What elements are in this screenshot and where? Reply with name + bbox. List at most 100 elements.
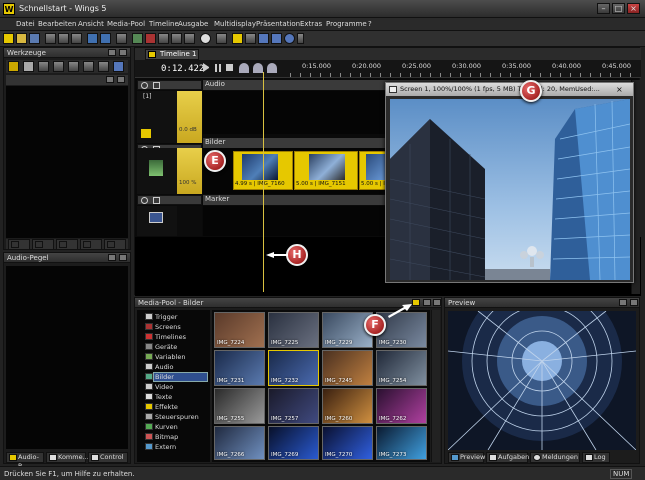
menu-help[interactable]: ? [368, 20, 372, 28]
open-folder-icon[interactable] [16, 33, 27, 44]
menu-bearbeiten[interactable]: Bearbeiten [38, 20, 76, 28]
media-thumbnail[interactable]: IMG_7257 [268, 388, 319, 424]
tab-log[interactable]: Log [582, 452, 610, 463]
media-thumbnail[interactable]: IMG_7224 [214, 312, 265, 348]
info-icon[interactable] [258, 33, 269, 44]
paste-icon[interactable] [71, 33, 82, 44]
tools-tab-3[interactable] [56, 239, 78, 250]
tree-item-variablen[interactable]: Variablen [155, 353, 185, 361]
tab-kommentar[interactable]: Komme... [46, 452, 89, 463]
tab-control[interactable]: Control ... [88, 452, 128, 470]
screen-icon[interactable] [216, 33, 227, 44]
close-button[interactable]: × [627, 3, 640, 14]
media-thumbnail[interactable]: IMG_7262 [376, 388, 427, 424]
undo-icon[interactable] [87, 33, 98, 44]
tool-icon[interactable] [158, 33, 169, 44]
tree-item-kurven[interactable]: Kurven [155, 423, 178, 431]
panel-close-icon[interactable] [119, 254, 127, 261]
menu-datei[interactable]: Datei [16, 20, 35, 28]
redo-icon[interactable] [100, 33, 111, 44]
info2-icon[interactable] [271, 33, 282, 44]
edit-tool-icon[interactable] [38, 61, 49, 72]
subpanel-close-icon[interactable] [117, 76, 125, 83]
fade-tool-icon[interactable] [68, 61, 79, 72]
tree-item-audio[interactable]: Audio [155, 363, 173, 371]
time-ruler[interactable]: 0:15.000 0:20.000 0:25.000 0:30.000 0:35… [290, 60, 635, 78]
copy-icon[interactable] [58, 33, 69, 44]
move-tool-icon[interactable] [83, 61, 94, 72]
panel-menu-icon[interactable] [108, 49, 116, 56]
tree-item-texte[interactable]: Texte [155, 393, 172, 401]
mute-icon[interactable] [141, 82, 148, 89]
tools-tab-2[interactable] [32, 239, 54, 250]
menu-timeline[interactable]: Timeline [149, 20, 179, 28]
zoom-in-icon[interactable] [239, 63, 249, 73]
record-icon[interactable] [145, 33, 156, 44]
timeline-clip[interactable]: 5.00 s | IMG_7151 [294, 151, 358, 190]
tree-item-extern[interactable]: Extern [155, 443, 176, 451]
media-thumbnail[interactable]: IMG_7231 [214, 350, 265, 386]
subpanel-menu-icon[interactable] [106, 76, 114, 83]
image-opacity-meter[interactable]: 100 % [177, 148, 202, 194]
menu-praesentation[interactable]: Präsentation [256, 20, 300, 28]
maximize-button[interactable]: □ [612, 3, 625, 14]
stop-icon[interactable] [226, 64, 233, 71]
timeline-tab[interactable]: Timeline 1 [145, 49, 199, 60]
minimize-button[interactable]: – [597, 3, 610, 14]
tab-aufgaben[interactable]: Aufgaben [486, 452, 529, 463]
menu-ausgabe[interactable]: Ausgabe [178, 20, 208, 28]
split-tool-icon[interactable] [98, 61, 109, 72]
audio-level-meter[interactable]: 0.0 dB [177, 91, 202, 143]
panel-close-icon[interactable] [630, 299, 638, 306]
pause-icon[interactable] [215, 64, 221, 72]
zoom-fit-icon[interactable] [267, 63, 277, 73]
tab-audio-pegel[interactable]: Audio-P... [6, 452, 44, 470]
panel-close-icon[interactable] [433, 299, 441, 306]
screen-window-titlebar[interactable]: Screen 1, 100%/100% (1 fps, 5 MB) Tex...… [386, 83, 633, 96]
tree-item-effekte[interactable]: Effekte [155, 403, 178, 411]
properties-icon[interactable] [116, 33, 127, 44]
marker-track-header[interactable] [137, 195, 202, 205]
zoom-tool-icon[interactable] [113, 61, 124, 72]
panel-menu-icon[interactable] [108, 254, 116, 261]
device-icon[interactable] [245, 33, 256, 44]
hand-tool-icon[interactable] [23, 61, 34, 72]
save-icon[interactable] [29, 33, 40, 44]
zoom-out-icon[interactable] [253, 63, 263, 73]
media-thumbnail[interactable]: IMG_7269 [268, 426, 319, 460]
menu-programme[interactable]: Programme [326, 20, 367, 28]
menu-extras[interactable]: Extras [300, 20, 322, 28]
panel-menu-icon[interactable] [619, 299, 627, 306]
chevron-down-icon[interactable] [297, 33, 304, 44]
media-thumbnail[interactable]: IMG_7270 [322, 426, 373, 460]
tree-item-screens[interactable]: Screens [155, 323, 181, 331]
panel-menu-icon[interactable] [423, 299, 431, 306]
tree-item-bitmap[interactable]: Bitmap [155, 433, 178, 441]
audio-track-header[interactable] [137, 80, 202, 90]
new-file-icon[interactable] [3, 33, 14, 44]
menu-media-pool[interactable]: Media-Pool [107, 20, 145, 28]
panel-close-icon[interactable] [119, 49, 127, 56]
menu-multidisplay[interactable]: Multidisplay [214, 20, 256, 28]
media-thumbnail[interactable]: IMG_7245 [322, 350, 373, 386]
tab-preview[interactable]: Preview [448, 452, 485, 463]
playhead[interactable] [263, 72, 264, 292]
media-thumbnail[interactable]: IMG_7266 [214, 426, 265, 460]
media-thumbnail[interactable]: IMG_7255 [214, 388, 265, 424]
help-icon[interactable] [284, 33, 295, 44]
grid-icon[interactable] [171, 33, 182, 44]
media-scrollbar[interactable] [431, 310, 440, 462]
media-thumbnail[interactable]: IMG_7225 [268, 312, 319, 348]
cut-icon[interactable] [45, 33, 56, 44]
close-icon[interactable]: × [616, 83, 623, 96]
play-icon[interactable] [203, 63, 210, 72]
media-thumbnail[interactable]: IMG_7254 [376, 350, 427, 386]
curve-tool-icon[interactable] [53, 61, 64, 72]
media-icon[interactable] [132, 33, 143, 44]
tree-item-steuerspuren[interactable]: Steuerspuren [155, 413, 199, 421]
tree-item-bilder[interactable]: Bilder [155, 373, 174, 381]
tree-item-video[interactable]: Video [155, 383, 173, 391]
media-thumbnail[interactable]: IMG_7260 [322, 388, 373, 424]
solo-icon[interactable] [153, 197, 160, 204]
warning-icon[interactable] [232, 33, 243, 44]
